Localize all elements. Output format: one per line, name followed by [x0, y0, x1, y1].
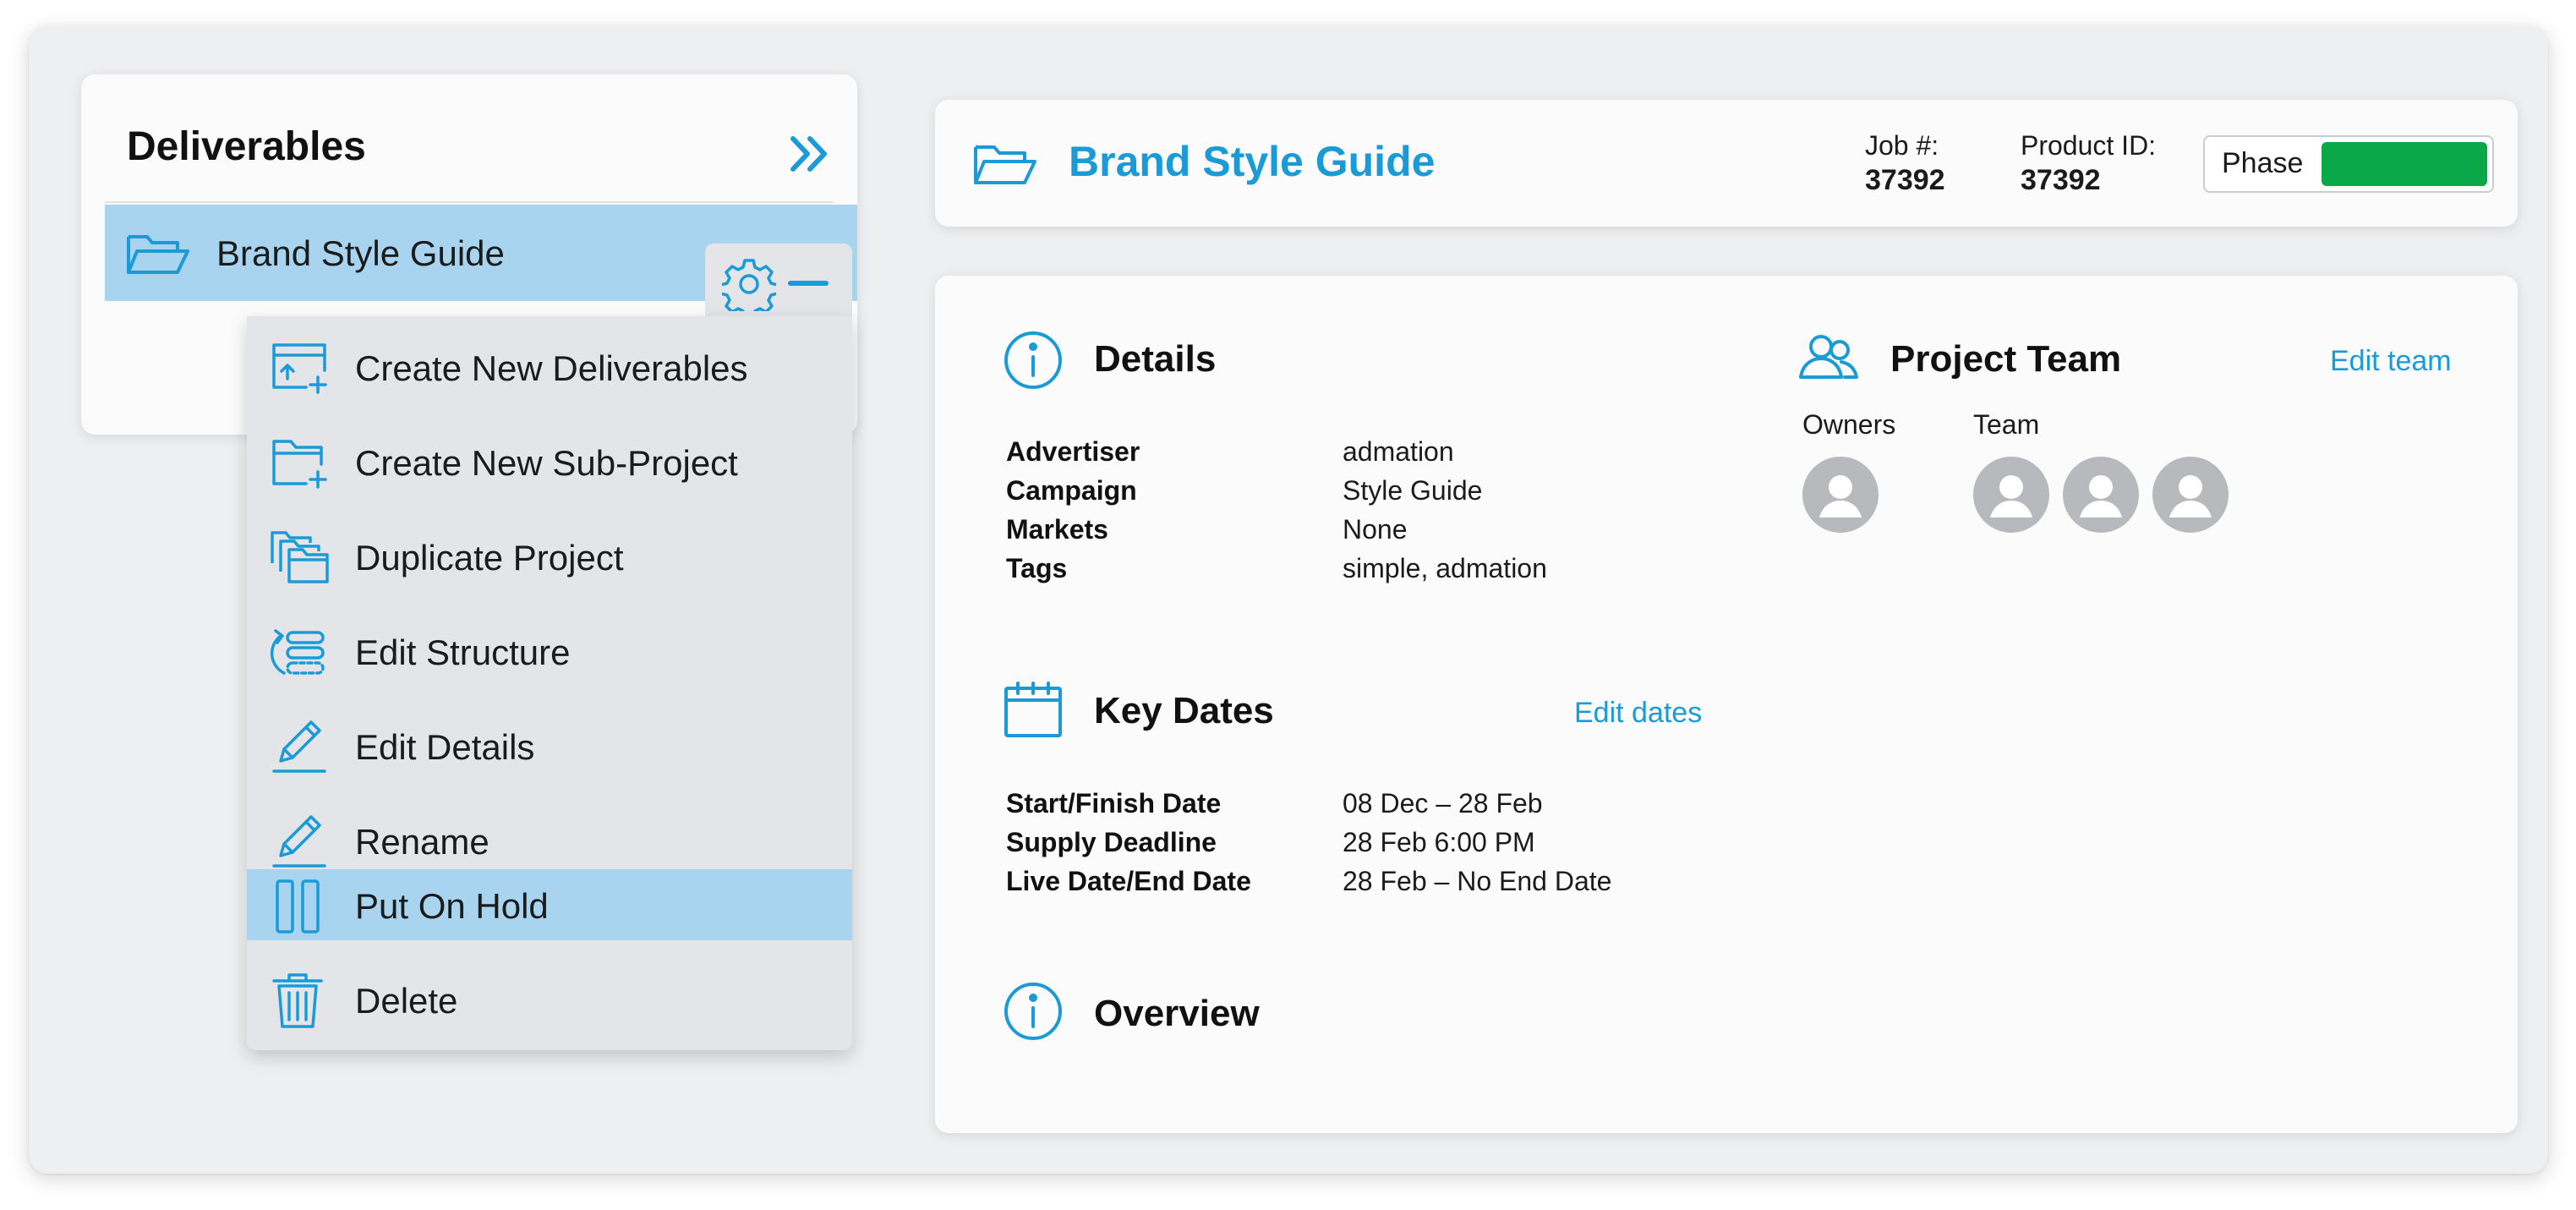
- calendar-icon: [1003, 680, 1064, 739]
- detail-value: None: [1343, 514, 1408, 545]
- project-team-title: Project Team: [1890, 338, 2122, 380]
- context-menu: Create New Deliverables Create New Sub-P…: [247, 316, 852, 1050]
- app-window: Deliverables Brand Style Guide Create Ne…: [29, 25, 2548, 1174]
- team-member-avatar[interactable]: [2152, 457, 2229, 533]
- duplicate-folders-icon: [269, 529, 330, 585]
- date-value: 28 Feb 6:00 PM: [1343, 827, 1535, 857]
- folder-icon: [125, 227, 189, 277]
- menu-item-label: Duplicate Project: [355, 538, 624, 578]
- pause-icon: [269, 878, 330, 934]
- pencil-icon: [269, 719, 330, 775]
- info-icon: [1003, 981, 1064, 1042]
- menu-item-delete[interactable]: Delete: [247, 964, 852, 1035]
- phase-status-bar: [2322, 142, 2487, 186]
- detail-key: Tags: [1006, 553, 1068, 583]
- pencil-icon: [269, 813, 330, 869]
- folder-icon: [972, 137, 1036, 188]
- team-member-avatar[interactable]: [1973, 457, 2049, 533]
- panel-title: Deliverables: [127, 124, 366, 169]
- menu-item-label: Rename: [355, 822, 489, 862]
- owner-avatar[interactable]: [1802, 457, 1879, 533]
- menu-item-edit-details[interactable]: Edit Details: [247, 710, 852, 781]
- new-subfolder-icon: [269, 435, 330, 490]
- menu-item-label: Edit Structure: [355, 632, 571, 672]
- gear-icon[interactable]: [722, 257, 776, 311]
- menu-item-duplicate-project[interactable]: Duplicate Project: [247, 521, 852, 592]
- menu-item-label: Create New Sub-Project: [355, 443, 738, 483]
- menu-item-label: Put On Hold: [355, 886, 549, 926]
- row-actions: [705, 244, 852, 323]
- menu-item-put-on-hold[interactable]: Put On Hold: [247, 869, 852, 940]
- owners-label: Owners: [1802, 409, 1896, 440]
- project-details-card: Details Advertiser admation Campaign Sty…: [935, 276, 2518, 1133]
- menu-item-label: Edit Details: [355, 727, 535, 767]
- date-value: 08 Dec – 28 Feb: [1343, 788, 1543, 819]
- menu-item-rename[interactable]: Rename: [247, 805, 852, 876]
- team-label: Team: [1973, 409, 2040, 440]
- phase-label: Phase: [2222, 147, 2304, 179]
- menu-item-label: Create New Deliverables: [355, 348, 748, 388]
- edit-team-link[interactable]: Edit team: [2330, 345, 2452, 378]
- date-key: Live Date/End Date: [1006, 866, 1251, 896]
- detail-value: Style Guide: [1343, 475, 1483, 506]
- date-value: 28 Feb – No End Date: [1343, 866, 1612, 896]
- collapse-chevron-icon[interactable]: [785, 129, 835, 179]
- date-key: Start/Finish Date: [1006, 788, 1222, 819]
- trash-icon: [269, 972, 330, 1028]
- job-number-value: 37392: [1865, 164, 1945, 196]
- overview-title: Overview: [1094, 993, 1260, 1034]
- date-key: Supply Deadline: [1006, 827, 1217, 857]
- team-member-avatar[interactable]: [2063, 457, 2139, 533]
- details-title: Details: [1094, 338, 1217, 380]
- detail-key: Markets: [1006, 514, 1108, 545]
- team-icon: [1797, 331, 1862, 382]
- divider: [105, 201, 834, 203]
- create-deliverable-icon: [269, 340, 330, 396]
- edit-structure-icon: [269, 624, 330, 680]
- detail-value: simple, admation: [1343, 553, 1547, 583]
- job-number-label: Job #:: [1865, 130, 1939, 161]
- tree-item-label: Brand Style Guide: [216, 233, 505, 273]
- detail-key: Campaign: [1006, 475, 1137, 506]
- edit-dates-link[interactable]: Edit dates: [1574, 697, 1702, 730]
- menu-item-label: Delete: [355, 981, 458, 1021]
- project-title: Brand Style Guide: [1069, 138, 1436, 185]
- key-dates-title: Key Dates: [1094, 690, 1274, 731]
- collapse-minus-icon[interactable]: [788, 281, 829, 286]
- info-icon: [1003, 330, 1064, 391]
- product-id-label: Product ID:: [2021, 130, 2157, 161]
- phase-selector[interactable]: Phase: [2203, 135, 2494, 193]
- product-id-value: 37392: [2021, 164, 2101, 196]
- detail-value: admation: [1343, 436, 1454, 467]
- menu-item-edit-structure[interactable]: Edit Structure: [247, 616, 852, 687]
- project-header: Brand Style Guide Job #: 37392 Product I…: [935, 100, 2518, 227]
- menu-item-create-new-deliverables[interactable]: Create New Deliverables: [247, 331, 852, 402]
- menu-item-create-new-sub-project[interactable]: Create New Sub-Project: [247, 426, 852, 497]
- detail-key: Advertiser: [1006, 436, 1140, 467]
